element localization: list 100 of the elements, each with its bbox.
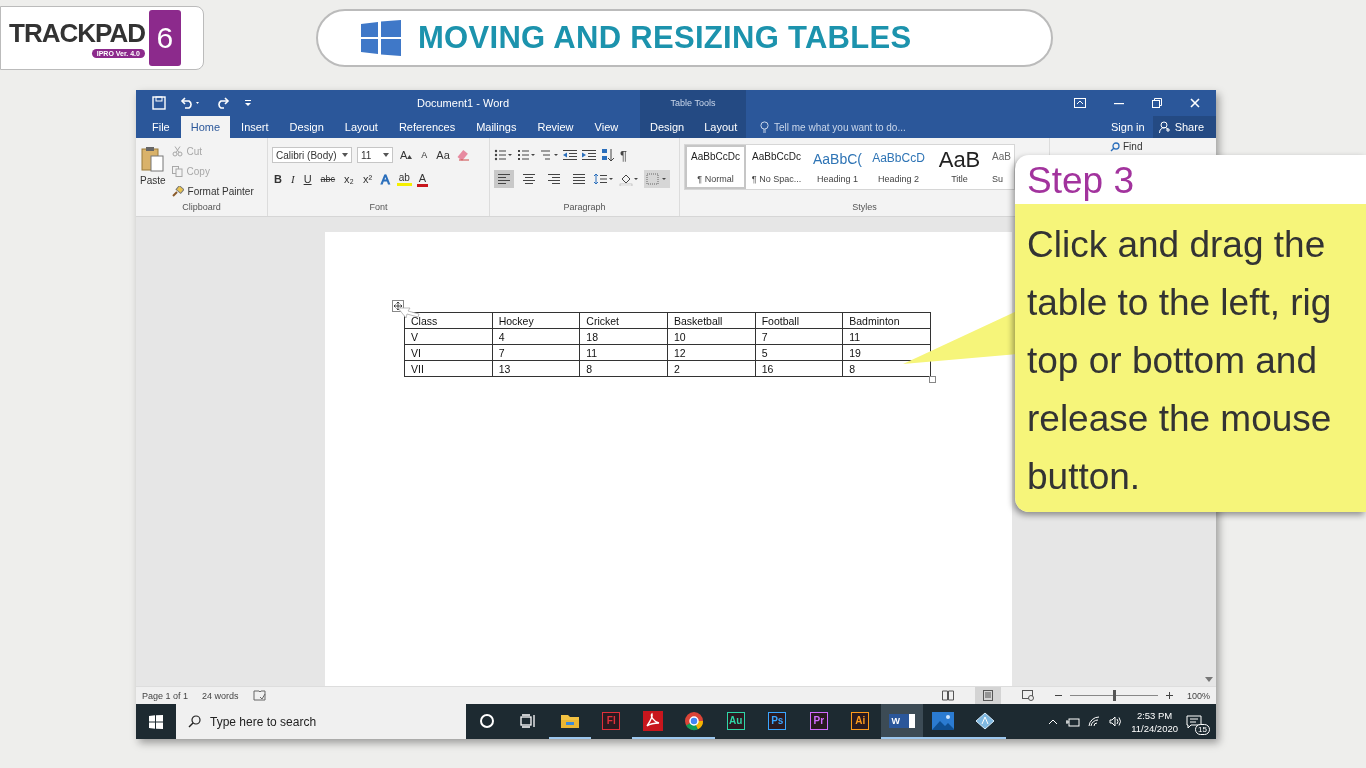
ribbon-display-icon[interactable] [1074, 98, 1086, 108]
align-center-icon [523, 174, 535, 184]
page-icon [981, 690, 994, 701]
zoom-level[interactable]: 100% [1186, 690, 1216, 701]
ribbon-tab[interactable]: Insert [231, 116, 279, 138]
style-option[interactable]: AaB Title [929, 145, 990, 189]
group-label: Clipboard [181, 202, 222, 214]
font-size-field[interactable]: 11 [357, 147, 393, 163]
font-color-button[interactable]: A [416, 171, 429, 187]
style-option[interactable]: AaBbCcD Heading 2 [868, 145, 929, 189]
image-icon [932, 711, 955, 730]
table-cell: 12 [667, 344, 756, 361]
increase-indent-icon[interactable] [582, 149, 596, 161]
zoom-out-icon[interactable] [1054, 692, 1062, 699]
volume-icon[interactable] [1109, 716, 1124, 727]
restore-icon[interactable] [1152, 98, 1162, 108]
ribbon-tab[interactable]: Layout [694, 116, 748, 138]
ribbon-tab[interactable]: Mailings [466, 116, 527, 138]
ribbon-tab[interactable]: References [388, 116, 466, 138]
customize-icon[interactable] [244, 99, 252, 107]
zoom-thumb[interactable] [1112, 690, 1116, 701]
redo-icon[interactable] [216, 97, 230, 109]
sort-icon[interactable] [601, 148, 615, 162]
word-count[interactable]: 24 words [202, 690, 239, 701]
ribbon-tab[interactable]: Home [180, 116, 231, 138]
ribbon-tab[interactable]: Layout [334, 116, 388, 138]
style-option[interactable]: AaBbCcDc ¶ Normal [685, 145, 746, 189]
taskbar-app[interactable]: Pr [798, 704, 840, 739]
wifi-icon[interactable] [1088, 716, 1102, 727]
change-case-button[interactable]: Aa [434, 149, 452, 161]
italic-button[interactable]: I [288, 173, 297, 185]
clipboard-icon [140, 146, 165, 172]
highlight-button[interactable]: ab [396, 172, 412, 186]
ribbon-tab[interactable]: File [142, 116, 180, 138]
taskbar-app[interactable]: Au [715, 704, 757, 739]
numbering-icon[interactable] [517, 149, 535, 161]
sign-in-link[interactable]: Sign in [1103, 116, 1153, 138]
subscript-button[interactable]: x₂ [342, 173, 356, 185]
line-spacing-icon[interactable] [594, 173, 614, 185]
find-button[interactable]: Find [1110, 141, 1216, 152]
ribbon-tab[interactable]: View [584, 116, 629, 138]
app-tile-icon: Au [726, 711, 745, 730]
shrink-font-button[interactable]: A [419, 150, 430, 160]
text-effects-button[interactable]: A [379, 171, 392, 187]
instruction-line: top or bottom and [1027, 339, 1319, 383]
taskbar-app[interactable]: Ai [839, 704, 881, 739]
page-count[interactable]: Page 1 of 1 [142, 690, 189, 701]
windows-icon [149, 714, 163, 729]
decrease-indent-icon[interactable] [563, 149, 577, 161]
style-option[interactable]: AaB Su [990, 145, 1014, 189]
strikethrough-button[interactable]: abc [318, 174, 338, 184]
table-cell: Basketball [667, 312, 756, 329]
font-name-field[interactable]: Calibri (Body) [272, 147, 352, 163]
underline-button[interactable]: U [301, 173, 314, 185]
clock-date[interactable]: 11/24/2020 [1131, 721, 1178, 735]
align-left-icon [498, 174, 510, 184]
taskbar-search-field[interactable]: Type here to search [176, 704, 466, 739]
chevron-up-icon[interactable] [1048, 718, 1059, 725]
ribbon-tab[interactable]: Review [527, 116, 584, 138]
share-button[interactable]: Share [1152, 116, 1216, 138]
style-option[interactable]: AaBbCcDc ¶ No Spac... [746, 145, 807, 189]
align-button[interactable] [494, 170, 514, 188]
bullets-icon[interactable] [494, 149, 512, 161]
battery-icon[interactable] [1066, 716, 1081, 727]
undo-icon[interactable] [180, 97, 202, 109]
context-label: Table Tools [670, 98, 716, 108]
bold-button[interactable]: B [272, 173, 284, 185]
save-icon[interactable] [152, 96, 166, 110]
clock-time[interactable]: 2:53 PM [1136, 708, 1173, 722]
shading-icon[interactable] [619, 172, 639, 186]
taskbar-app[interactable]: W [881, 704, 923, 739]
notifications-icon[interactable] [1186, 714, 1202, 729]
ribbon-tab[interactable]: Design [279, 116, 334, 138]
notification-count: 15 [1195, 723, 1210, 735]
lesson-title: MOVING AND RESIZING TABLES [418, 20, 912, 56]
copy-icon [171, 165, 183, 177]
close-icon[interactable] [1190, 98, 1200, 108]
table-cell: 7 [492, 344, 580, 361]
clipboard-action[interactable]: Format Painter [171, 182, 254, 200]
table-cell: V [404, 328, 493, 345]
dropdown-icon [342, 153, 348, 157]
taskbar-app[interactable]: Ps [756, 704, 798, 739]
resize-handle[interactable] [929, 376, 936, 383]
style-option[interactable]: AaBbC( Heading 1 [807, 145, 868, 189]
search-icon [188, 715, 201, 728]
view-button[interactable] [974, 687, 1001, 704]
zoom-in-icon[interactable] [1165, 692, 1173, 699]
proofing-icon[interactable] [252, 690, 266, 701]
show-marks-button[interactable]: ¶ [620, 147, 627, 163]
table-cell: 13 [492, 360, 580, 377]
ribbon-tab[interactable]: Design [640, 116, 695, 138]
table-cell: 2 [667, 360, 756, 377]
grow-font-button[interactable]: A [398, 149, 415, 161]
taskbar-app[interactable]: Fl [590, 704, 632, 739]
superscript-button[interactable]: x² [360, 173, 375, 185]
align-justify-icon [573, 174, 585, 184]
paste-button[interactable]: Paste [140, 142, 166, 202]
scroll-down-icon[interactable] [1204, 677, 1213, 682]
multilevel-list-icon[interactable] [540, 149, 558, 161]
tell-me-field[interactable]: Tell me what you want to do... [774, 121, 994, 133]
